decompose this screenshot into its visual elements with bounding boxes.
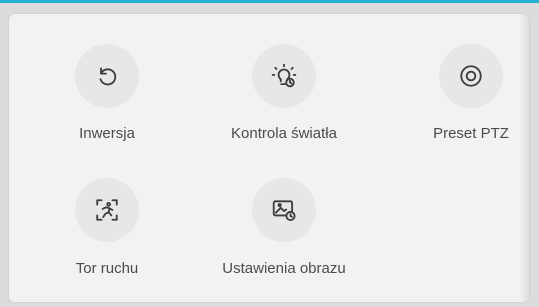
scroll-edge-shade	[519, 14, 529, 302]
image-settings-label: Ustawienia obrazu	[222, 260, 346, 277]
image-settings-icon	[272, 200, 296, 221]
functions-panel: Inwersja Kontrola światła Preset PTZ Tor…	[9, 14, 529, 302]
image-settings-icon-button[interactable]	[252, 178, 316, 242]
preset-ptz-label: Preset PTZ	[433, 125, 509, 142]
top-accent-bar	[0, 0, 539, 3]
image-settings-tile[interactable]: Ustawienia obrazu	[204, 14, 364, 277]
motion-track-icon	[96, 199, 118, 221]
motion-track-tile[interactable]: Tor ruchu	[27, 14, 187, 277]
motion-track-label: Tor ruchu	[75, 260, 139, 277]
preset-ptz-icon-button[interactable]	[439, 44, 503, 108]
motion-track-icon-button[interactable]	[75, 178, 139, 242]
preset-ptz-icon	[460, 65, 482, 87]
preset-ptz-tile[interactable]: Preset PTZ	[391, 14, 529, 142]
